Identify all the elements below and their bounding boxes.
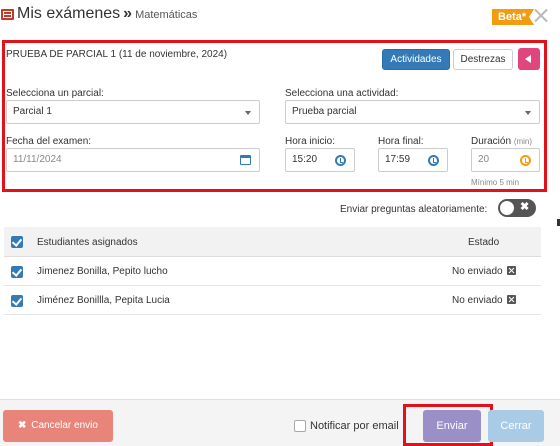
partial-value: Parcial 1 xyxy=(13,106,52,117)
random-questions-label: Enviar preguntas aleatoriamente: xyxy=(340,204,488,215)
status-text: No enviado xyxy=(452,295,503,306)
x-square-icon xyxy=(506,266,516,275)
duration-label-text: Duración xyxy=(471,136,512,147)
duration-hint: Mínimo 5 min xyxy=(471,178,520,187)
title-text: Mis exámenes xyxy=(17,5,121,22)
exam-list-icon xyxy=(1,9,14,20)
start-time-label: Hora inicio: xyxy=(285,136,336,147)
table-row: Jiménez Bonillla, Pepita Lucia No enviad… xyxy=(4,286,541,315)
toggle-off-icon: ✖ xyxy=(520,201,530,213)
send-button-highlight xyxy=(403,404,493,446)
activity-value: Prueba parcial xyxy=(292,106,357,117)
dialog-title: Mis exámenes» Matemáticas xyxy=(17,5,197,23)
start-time-input[interactable]: 15:20 xyxy=(285,148,355,172)
status-column-header: Estado xyxy=(468,237,500,248)
date-value: 11/11/2024 xyxy=(13,154,62,165)
select-all-checkbox[interactable] xyxy=(11,236,23,248)
back-button[interactable] xyxy=(518,48,540,70)
clock-icon[interactable] xyxy=(428,155,439,166)
chevron-down-icon xyxy=(245,111,251,115)
duration-label: Duración (min) xyxy=(471,136,532,147)
clock-icon xyxy=(520,155,531,166)
end-time-value: 17:59 xyxy=(385,154,411,165)
cancel-send-button[interactable]: ✖ Cancelar envio xyxy=(3,410,113,442)
date-input[interactable]: 11/11/2024 xyxy=(6,148,260,172)
duration-unit: (min) xyxy=(513,137,533,146)
start-time-value: 15:20 xyxy=(292,154,318,165)
partial-select[interactable]: Parcial 1 xyxy=(6,100,260,124)
random-questions-toggle[interactable]: ✖ xyxy=(498,199,536,217)
close-button[interactable]: Cerrar xyxy=(488,410,544,442)
partial-label: Selecciona un parcial: xyxy=(6,88,104,99)
exam-title: PRUEBA DE PARCIAL 1 (11 de noviembre, 20… xyxy=(6,49,228,60)
status-text: No enviado xyxy=(452,266,503,277)
chevron-down-icon xyxy=(525,111,531,115)
end-time-input[interactable]: 17:59 xyxy=(378,148,448,172)
title-separator: » xyxy=(123,5,133,22)
student-name: Jimenez Bonilla, Pepito lucho xyxy=(37,266,168,277)
x-square-icon xyxy=(506,295,516,304)
duration-value: 20 xyxy=(478,154,490,165)
clock-icon[interactable] xyxy=(335,155,346,166)
notify-email-checkbox[interactable] xyxy=(294,420,306,432)
student-status: No enviado xyxy=(452,295,516,306)
row-checkbox[interactable] xyxy=(11,266,23,278)
student-name: Jiménez Bonillla, Pepita Lucia xyxy=(37,295,170,306)
activity-label: Selecciona una actividad: xyxy=(285,88,399,99)
tab-skills[interactable]: Destrezas xyxy=(453,49,513,70)
close-icon[interactable] xyxy=(533,6,549,24)
students-table-header: Estudiantes asignados Estado xyxy=(4,227,541,257)
end-time-label: Hora final: xyxy=(378,136,424,147)
table-row: Jimenez Bonilla, Pepito lucho No enviado xyxy=(4,257,541,286)
tab-activities[interactable]: Actividades xyxy=(382,49,450,70)
beta-badge: Beta* xyxy=(492,9,535,25)
cancel-send-label: Cancelar envio xyxy=(31,420,98,431)
date-label: Fecha del examen: xyxy=(6,136,92,147)
dialog-header: Mis exámenes» Matemáticas Beta* xyxy=(0,0,560,34)
student-status: No enviado xyxy=(452,266,516,277)
notify-email-label: Notificar por email xyxy=(310,420,399,432)
close-icon: ✖ xyxy=(18,420,27,431)
activity-select[interactable]: Prueba parcial xyxy=(285,100,540,124)
students-column-header: Estudiantes asignados xyxy=(37,237,138,248)
row-checkbox[interactable] xyxy=(11,295,23,307)
toggle-knob xyxy=(500,201,514,215)
calendar-icon[interactable] xyxy=(240,155,251,165)
duration-input[interactable]: 20 xyxy=(471,148,540,172)
title-subject: Matemáticas xyxy=(135,9,198,21)
